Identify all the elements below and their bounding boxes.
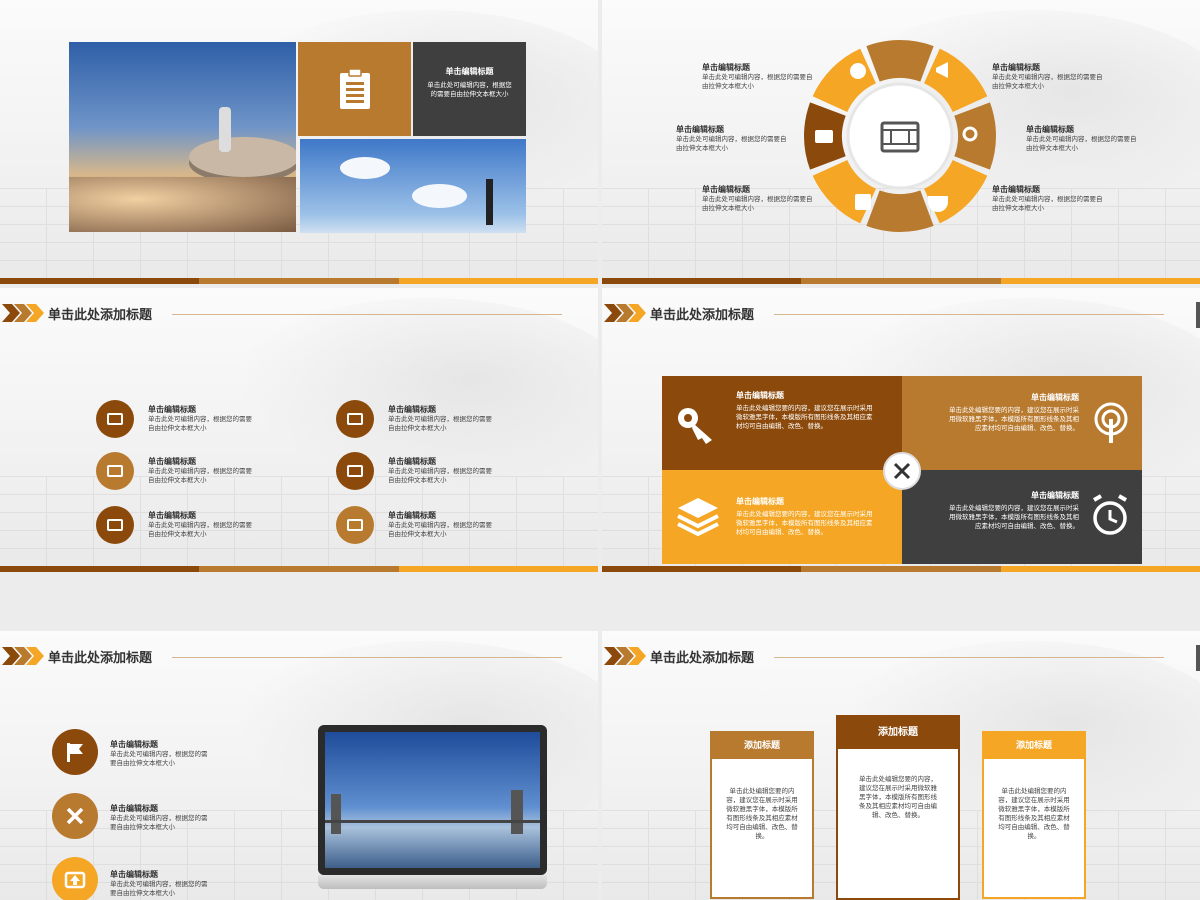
slide-title[interactable]: 单击此处添加标题 xyxy=(48,304,152,323)
list-item[interactable]: 单击编辑标题 单击此处可编辑内容，根据您的需要 自由拉伸文本框大小 xyxy=(148,404,278,433)
color-bar xyxy=(602,566,1200,572)
slide-header: 单击此处添加标题 xyxy=(602,302,1200,328)
tile-title: 单击编辑标题 xyxy=(445,67,494,76)
panel-text-block: 单击编辑标题 单击此处编辑您要的内容，建议您在展示时采用微软雅黑字体，本模版所有… xyxy=(736,391,873,430)
facebook-icon xyxy=(855,194,871,210)
camera-icon xyxy=(96,400,134,438)
list-item[interactable]: 单击编辑标题 单击此处可编辑内容，根据您的需要 自由拉伸文本框大小 xyxy=(388,404,518,433)
card-text: 单击此处编辑您要的内容，建议您在展示时采用微软雅黑字体，本模版所有图形线条及其相… xyxy=(726,787,798,840)
slide-header: 单击此处添加标题 xyxy=(0,302,598,324)
monitor-mockup xyxy=(318,725,547,875)
list-item[interactable]: 单击编辑标题 单击此处可编辑内容，根据您的需要 自由拉伸文本框大小 xyxy=(148,510,278,539)
search-icon xyxy=(336,452,374,490)
list-item[interactable]: 单击编辑标题 单击此处可编辑内容，根据您的需 要自由拉伸文本框大小 xyxy=(110,803,240,832)
ring-diagram xyxy=(804,40,996,233)
color-bar xyxy=(602,278,1200,284)
slide-header: 单击此处添加标题 xyxy=(602,645,1200,671)
megaphone-icon xyxy=(336,400,374,438)
card-text: 单击此处编辑您要的内容，建议您在展示时采用微软雅黑字体，本模版所有图形线条及其相… xyxy=(859,775,937,819)
chevron-arrows-icon xyxy=(604,304,646,322)
tools-icon xyxy=(883,452,921,490)
header-rule xyxy=(172,657,562,658)
alarm-clock-icon xyxy=(1093,494,1127,535)
list-item[interactable]: 单击编辑标题 单击此处可编辑内容，根据您的需 要自由拉伸文本框大小 xyxy=(110,869,240,898)
photo-man-with-clouds xyxy=(300,139,526,233)
film-icon xyxy=(96,452,134,490)
tile-text: 单击此处可编辑内容，根据您的需要自由拉伸文本框大小 xyxy=(427,81,512,98)
slide-6[interactable]: 单击此处添加标题 添加标题 单击此处编辑您要的内容，建议您在展示时采用微软雅黑字… xyxy=(602,631,1200,900)
color-bar xyxy=(0,566,598,572)
panel-top-right[interactable]: 单击编辑标题 单击此处编辑您要的内容，建议您在展示时采用微软雅黑字体，本模版所有… xyxy=(902,376,1142,470)
clipboard-tile xyxy=(298,42,411,136)
card-title: 添加标题 xyxy=(712,733,812,759)
panel-text-block: 单击编辑标题 单击此处编辑您要的内容，建议您在展示时采用微软雅黑字体，本模版所有… xyxy=(949,393,1079,432)
header-tick xyxy=(1196,302,1200,328)
color-bar xyxy=(0,278,598,284)
monitor-chin xyxy=(318,875,547,889)
globe-segment xyxy=(866,40,934,82)
globe-icon xyxy=(850,63,866,79)
upload-icon xyxy=(52,857,98,900)
label-4[interactable]: 单击编辑标题 单击此处可编辑内容，根据您的需要自由拉伸文本框大小 xyxy=(992,62,1107,91)
label-6[interactable]: 单击编辑标题 单击此处可编辑内容，根据您的需要自由拉伸文本框大小 xyxy=(992,184,1107,213)
monitor-screen-photo xyxy=(325,732,540,868)
header-rule xyxy=(172,314,562,315)
panel-text-block: 单击编辑标题 单击此处编辑您要的内容，建议您在展示时采用微软雅黑字体，本模版所有… xyxy=(949,491,1079,530)
list-item[interactable]: 单击编辑标题 单击此处可编辑内容，根据您的需 要自由拉伸文本框大小 xyxy=(110,739,240,768)
chevron-arrows-icon xyxy=(2,304,44,322)
text-tile[interactable]: 单击编辑标题 单击此处可编辑内容，根据您的需要自由拉伸文本框大小 xyxy=(413,42,526,136)
list-item[interactable]: 单击编辑标题 单击此处可编辑内容，根据您的需要 自由拉伸文本框大小 xyxy=(148,456,278,485)
clipboard-icon xyxy=(339,68,370,109)
thumbs-up-icon xyxy=(336,506,374,544)
photo-man-on-pillar xyxy=(69,42,296,232)
slide-thumbnail-grid: 单击编辑标题 单击此处可编辑内容，根据您的需要自由拉伸文本框大小 单击编辑标题 … xyxy=(0,0,1200,900)
list-item[interactable]: 单击编辑标题 单击此处可编辑内容，根据您的需要 自由拉伸文本框大小 xyxy=(388,456,518,485)
slide-title[interactable]: 单击此处添加标题 xyxy=(650,304,754,323)
slide-4[interactable]: 单击此处添加标题 单击编辑标题 单击此处编辑您要的内容，建议您在展示时采用微软雅… xyxy=(602,288,1200,572)
header-rule xyxy=(774,314,1164,315)
slide-3[interactable]: 单击此处添加标题 单击编辑标题 单击此处可编辑内容，根据您的需要 自由拉伸文本框大小… xyxy=(0,288,598,572)
panel-bottom-right[interactable]: 单击编辑标题 单击此处编辑您要的内容，建议您在展示时采用微软雅黑字体，本模版所有… xyxy=(902,470,1142,564)
layers-icon xyxy=(677,498,719,537)
broadcast-icon xyxy=(1094,402,1128,443)
label-1[interactable]: 单击编辑标题 单击此处可编辑内容，根据您的需要自由拉伸文本框大小 xyxy=(702,62,817,91)
slide-header: 单击此处添加标题 xyxy=(0,645,598,667)
slide-5[interactable]: 单击此处添加标题 单击编辑标题 单击此处可编辑内容，根据您的需 要自由拉伸文本框大… xyxy=(0,631,598,900)
card-title: 添加标题 xyxy=(838,717,958,749)
card-title: 添加标题 xyxy=(984,733,1084,759)
facebook-icon xyxy=(96,506,134,544)
header-rule xyxy=(774,657,1164,658)
card-text: 单击此处编辑您要的内容，建议您在展示时采用微软雅黑字体，本模版所有图形线条及其相… xyxy=(998,787,1070,840)
label-3[interactable]: 单击编辑标题 单击此处可编辑内容，根据您的需要自由拉伸文本框大小 xyxy=(702,184,817,213)
tools-icon xyxy=(52,793,98,839)
chevron-arrows-icon xyxy=(604,647,646,665)
facebook-segment xyxy=(866,190,934,233)
panel-text-block: 单击编辑标题 单击此处编辑您要的内容，建议您在展示时采用微软雅黑字体，本模版所有… xyxy=(736,497,873,536)
slide-title[interactable]: 单击此处添加标题 xyxy=(48,647,152,666)
card-3[interactable]: 添加标题 单击此处编辑您要的内容，建议您在展示时采用微软雅黑字体，本模版所有图形… xyxy=(982,731,1086,899)
panel-bottom-left[interactable]: 单击编辑标题 单击此处编辑您要的内容，建议您在展示时采用微软雅黑字体，本模版所有… xyxy=(662,470,902,564)
label-2[interactable]: 单击编辑标题 单击此处可编辑内容，根据您的需要自由拉伸文本框大小 xyxy=(676,124,791,153)
key-icon xyxy=(678,408,712,444)
slide-2[interactable]: 单击编辑标题 单击此处可编辑内容，根据您的需要自由拉伸文本框大小 单击编辑标题 单击… xyxy=(602,0,1200,284)
list-item[interactable]: 单击编辑标题 单击此处可编辑内容，根据您的需要 自由拉伸文本框大小 xyxy=(388,510,518,539)
chevron-arrows-icon xyxy=(2,647,44,665)
header-tick xyxy=(1196,645,1200,671)
slide-title[interactable]: 单击此处添加标题 xyxy=(650,647,754,666)
label-5[interactable]: 单击编辑标题 单击此处可编辑内容，根据您的需要自由拉伸文本框大小 xyxy=(1026,124,1141,153)
camera-icon xyxy=(815,130,833,143)
card-1[interactable]: 添加标题 单击此处编辑您要的内容，建议您在展示时采用微软雅黑字体，本模版所有图形… xyxy=(710,731,814,899)
flag-icon xyxy=(52,729,98,775)
slide-1[interactable]: 单击编辑标题 单击此处可编辑内容，根据您的需要自由拉伸文本框大小 xyxy=(0,0,598,284)
panel-top-left[interactable]: 单击编辑标题 单击此处编辑您要的内容，建议您在展示时采用微软雅黑字体，本模版所有… xyxy=(662,376,902,470)
card-2[interactable]: 添加标题 单击此处编辑您要的内容，建议您在展示时采用微软雅黑字体，本模版所有图形… xyxy=(836,715,960,900)
